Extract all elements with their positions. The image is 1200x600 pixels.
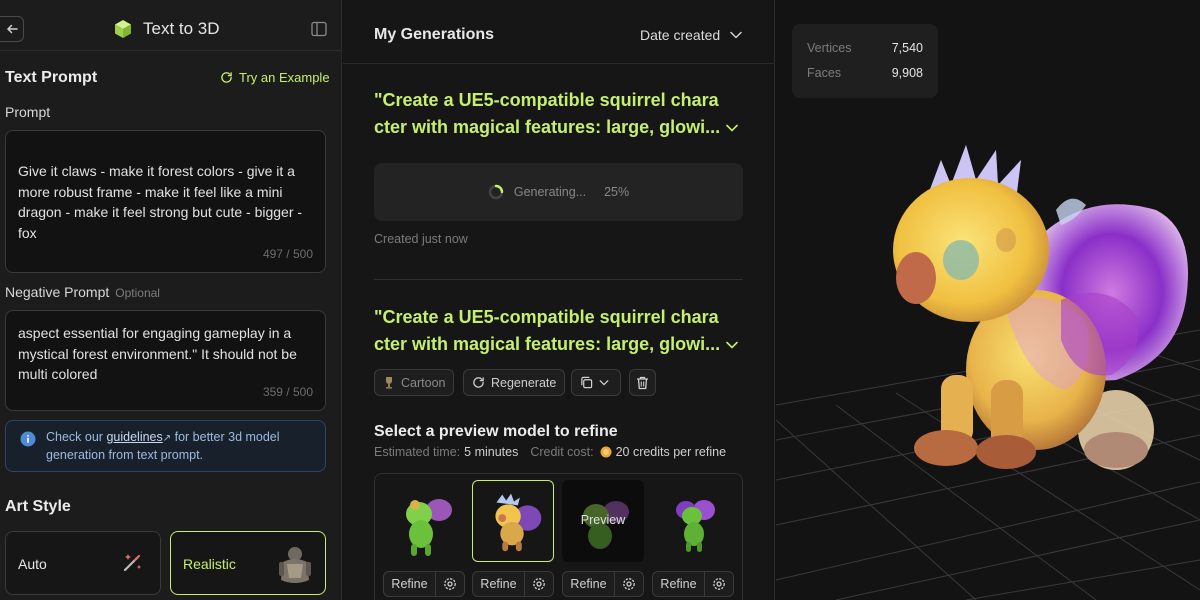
- stat-vertices: Vertices 7,540: [807, 41, 923, 55]
- chevron-down-icon: [726, 124, 738, 132]
- try-example-link[interactable]: Try an Example: [220, 70, 330, 85]
- panel-header: Text to 3D: [0, 0, 341, 51]
- estimate-info: Estimated time: 5 minutes Credit cost: 2…: [374, 445, 727, 459]
- settings-gear-icon[interactable]: [615, 572, 643, 596]
- art-style-realistic[interactable]: Realistic: [170, 531, 326, 595]
- refine-label: Refine: [653, 572, 705, 596]
- refine-button-4[interactable]: Refine: [652, 571, 734, 597]
- generating-text: Generating...: [513, 185, 587, 199]
- art-style-heading: Art Style: [5, 498, 71, 515]
- optional-tag: Optional: [115, 286, 160, 300]
- prompt-textarea[interactable]: Give it claws - make it forest colors - …: [5, 130, 326, 273]
- prompt-counter: 497 / 500: [262, 246, 313, 261]
- generations-panel: My Generations Date created "Create a UE…: [343, 0, 775, 600]
- generation-prompt-title[interactable]: "Create a UE5-compatible squirrel chara …: [374, 87, 754, 141]
- preview-model-3[interactable]: Preview: [562, 480, 644, 562]
- refine-label: Refine: [563, 572, 615, 596]
- chevron-down-icon: [599, 379, 609, 386]
- generations-title: My Generations: [374, 26, 495, 43]
- guidelines-info-box: Check our guidelines↗ for better 3d mode…: [5, 420, 326, 472]
- preview-model-2[interactable]: [472, 480, 554, 562]
- progress-percent: 25%: [604, 185, 630, 199]
- preview-overlay-label: Preview: [580, 513, 626, 527]
- text-prompt-heading: Text Prompt: [5, 69, 98, 86]
- refresh-icon: [473, 377, 484, 388]
- negative-prompt-counter: 359 / 500: [262, 384, 313, 399]
- delete-button[interactable]: [629, 369, 656, 396]
- left-panel: Text to 3D Text Prompt Try an Example Pr…: [0, 0, 342, 600]
- refresh-icon: [221, 72, 232, 83]
- preview-model-4[interactable]: [652, 480, 734, 562]
- sidebar-collapse-icon[interactable]: [310, 20, 328, 38]
- credit-coin-icon: [600, 446, 612, 458]
- preview-model-1[interactable]: [383, 480, 465, 562]
- refine-button-2[interactable]: Refine: [472, 571, 554, 597]
- trash-icon: [637, 376, 648, 389]
- chevron-down-icon: [726, 341, 738, 349]
- arrow-left-icon: [6, 24, 18, 34]
- copy-icon: [581, 376, 593, 389]
- back-button[interactable]: [0, 16, 24, 42]
- refine-button-3[interactable]: Refine: [562, 571, 644, 597]
- prompt-label: Prompt: [5, 104, 51, 120]
- art-style-auto[interactable]: Auto: [5, 531, 161, 595]
- realistic-style-thumbnail: [279, 547, 311, 583]
- copy-dropdown-button[interactable]: [571, 369, 621, 396]
- negative-prompt-textarea[interactable]: aspect essential for engaging gameplay i…: [5, 310, 326, 411]
- model-thumbnail: [676, 500, 715, 552]
- refine-button-1[interactable]: Refine: [383, 571, 465, 597]
- negative-prompt-label: Negative Prompt Optional: [5, 284, 160, 300]
- trophy-icon: [386, 377, 392, 389]
- preview-models-grid: Preview Refine Refine Refine Refine: [374, 473, 743, 600]
- magic-wand-icon: [123, 554, 141, 572]
- spinner-icon: [488, 184, 504, 200]
- negative-prompt-text: aspect essential for engaging gameplay i…: [18, 325, 297, 382]
- model-thumbnail: [495, 493, 542, 552]
- settings-gear-icon[interactable]: [525, 572, 553, 596]
- divider: [374, 279, 743, 280]
- refine-label: Refine: [473, 572, 525, 596]
- panel-title: Text to 3D: [143, 19, 220, 38]
- settings-gear-icon[interactable]: [436, 572, 464, 596]
- 3d-model-render: [893, 145, 1188, 470]
- generation-prompt-title[interactable]: "Create a UE5-compatible squirrel chara …: [374, 304, 754, 358]
- regenerate-button[interactable]: Regenerate: [463, 369, 566, 396]
- stat-faces: Faces 9,908: [807, 66, 923, 80]
- style-chip-cartoon: Cartoon: [374, 369, 455, 396]
- cube-icon: [115, 20, 131, 38]
- generations-header: My Generations Date created: [343, 0, 774, 64]
- model-thumbnail: [406, 499, 452, 556]
- info-icon: [20, 431, 36, 447]
- sort-dropdown[interactable]: Date created: [640, 27, 742, 43]
- prompt-text: Give it claws - make it forest colors - …: [18, 163, 303, 241]
- mesh-stats-panel: Vertices 7,540 Faces 9,908: [792, 24, 938, 98]
- chevron-down-icon: [730, 31, 742, 39]
- created-timestamp: Created just now: [374, 232, 468, 246]
- art-style-label: Realistic: [183, 556, 236, 572]
- guidelines-link[interactable]: guidelines: [106, 430, 162, 444]
- 3d-viewport[interactable]: Vertices 7,540 Faces 9,908: [776, 0, 1200, 600]
- generating-status-box: Generating... 25%: [374, 163, 743, 221]
- art-style-label: Auto: [18, 556, 47, 572]
- sort-label: Date created: [640, 27, 721, 43]
- select-preview-title: Select a preview model to refine: [374, 423, 618, 440]
- external-link-icon: ↗: [162, 433, 172, 444]
- refine-label: Refine: [384, 572, 436, 596]
- settings-gear-icon[interactable]: [705, 572, 733, 596]
